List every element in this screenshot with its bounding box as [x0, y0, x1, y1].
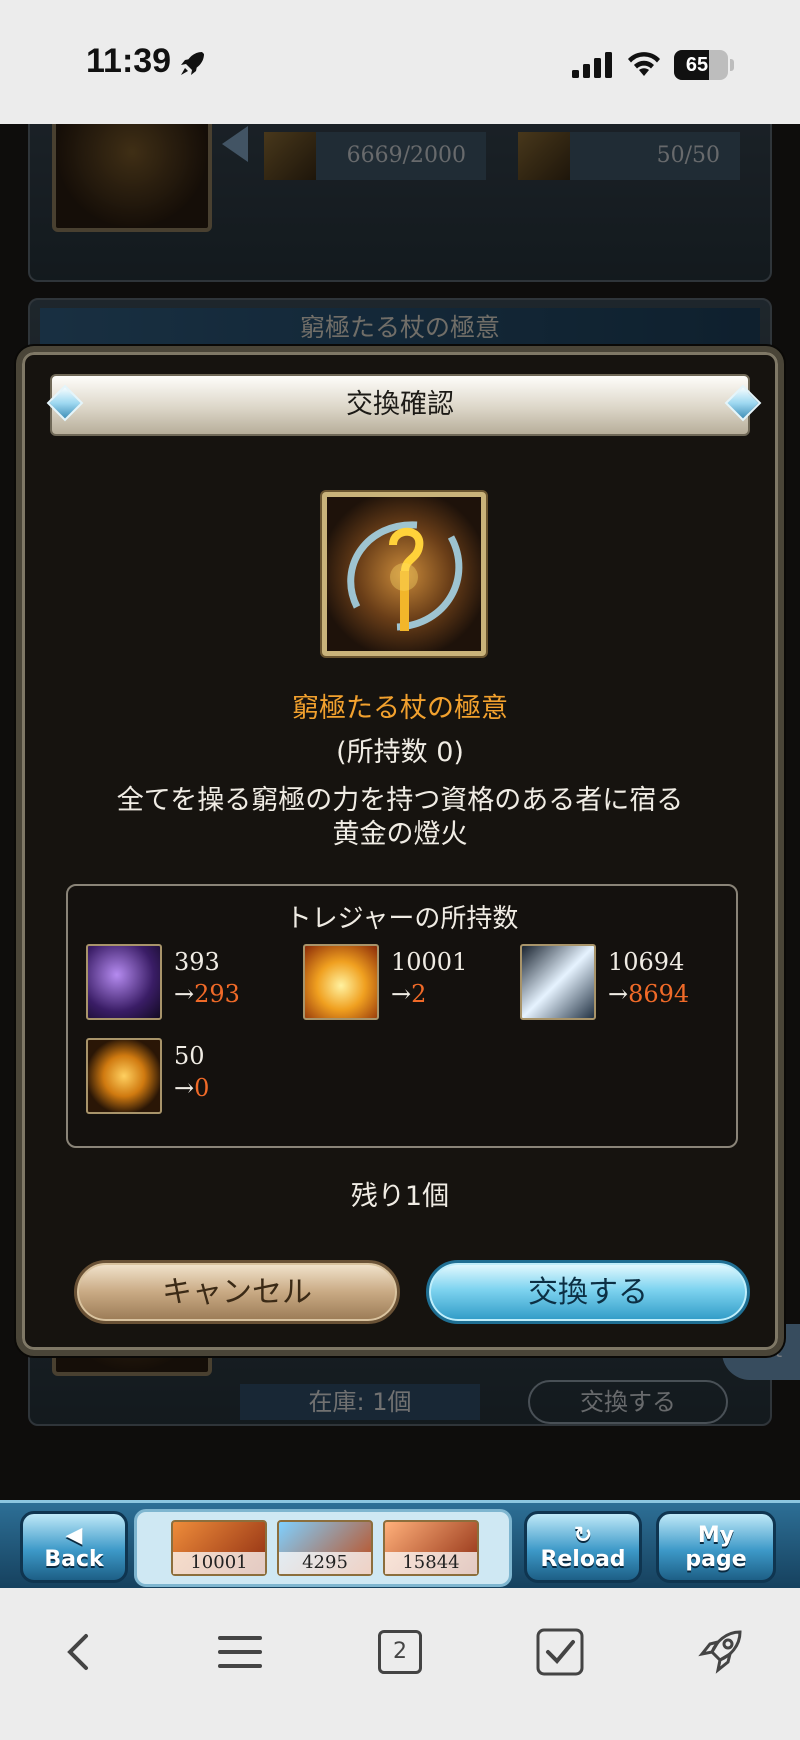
golden-staff-icon	[327, 497, 481, 651]
back-button[interactable]: ◀ Back	[20, 1511, 128, 1583]
golden-flame-icon	[303, 944, 379, 1020]
currency-value: 10001	[173, 1552, 265, 1574]
currency-item: 4295	[277, 1520, 373, 1576]
tabs-button[interactable]: 2	[370, 1622, 430, 1682]
currency-item: 15844	[383, 1520, 479, 1576]
treasure-count-before: 393	[174, 948, 220, 976]
menu-icon[interactable]	[210, 1622, 270, 1682]
back-chevron-icon[interactable]	[50, 1622, 110, 1682]
after-value: 0	[194, 1074, 210, 1102]
treasure-count-after: →293	[174, 980, 240, 1008]
treasure-count-after: →8694	[608, 980, 689, 1008]
treasure-count-before: 50	[174, 1042, 205, 1070]
browser-toolbar: 2	[0, 1588, 800, 1740]
treasure-count-before: 10694	[608, 948, 685, 976]
battery-indicator: 65	[674, 50, 728, 80]
description-line: 全てを操る窮極の力を持つ資格のある者に宿る	[116, 785, 684, 816]
remaining-stock: 残り1個	[350, 1181, 450, 1212]
treasure-count-after: →0	[174, 1074, 209, 1102]
checkbox-icon[interactable]	[530, 1622, 590, 1682]
mypage-label-line1: My	[697, 1523, 735, 1548]
game-footer-bar: ◀ Back 10001 4295 15844 ↻ Reload My page	[0, 1500, 800, 1588]
currency-tray: 10001 4295 15844	[134, 1509, 512, 1587]
currency-value: 4295	[279, 1552, 371, 1574]
status-time: 11:39	[86, 42, 172, 80]
owned-count: (所持数 0)	[336, 737, 464, 768]
cellular-signal-icon	[572, 52, 612, 78]
treasure-holdings-panel: トレジャーの所持数 393 →293 10001 →2 10694 →8694 …	[66, 884, 738, 1148]
treasure-item: 393 →293	[86, 944, 286, 1024]
rocket-icon	[181, 52, 204, 75]
treasure-holdings-title: トレジャーの所持数	[285, 904, 519, 934]
item-name: 窮極たる杖の極意	[292, 693, 508, 724]
arrow-symbol: →	[608, 980, 629, 1008]
back-label: Back	[44, 1547, 104, 1572]
battery-nub	[730, 59, 734, 71]
reload-icon: ↻	[573, 1523, 593, 1548]
treasure-item: 10001 →2	[303, 944, 503, 1024]
treasure-item: 50 →0	[86, 1038, 286, 1118]
mypage-label-line2: page	[685, 1547, 747, 1572]
currency-value: 15844	[385, 1552, 477, 1574]
wifi-icon	[628, 52, 660, 76]
currency-item: 10001	[171, 1520, 267, 1576]
treasure-count-after: →2	[391, 980, 426, 1008]
mypage-button[interactable]: My page	[656, 1511, 776, 1583]
exchange-button[interactable]: 交換する	[426, 1260, 750, 1324]
exchange-confirm-dialog: 交換確認 窮極たる杖の極意 (所持数 0) 全てを操る窮極の力を持つ資格のある者…	[16, 346, 784, 1356]
status-bar: 11:39 65	[0, 0, 800, 124]
rocket-icon[interactable]	[690, 1622, 750, 1682]
tab-count: 2	[378, 1630, 422, 1674]
after-value: 8694	[628, 980, 690, 1008]
purple-claw-icon	[86, 944, 162, 1020]
reload-button[interactable]: ↻ Reload	[524, 1511, 642, 1583]
item-description: 全てを操る窮極の力を持つ資格のある者に宿る 黄金の燈火	[62, 784, 738, 852]
arrow-symbol: →	[391, 980, 412, 1008]
golden-orb-icon	[86, 1038, 162, 1114]
reload-label: Reload	[540, 1547, 626, 1572]
cancel-button[interactable]: キャンセル	[74, 1260, 400, 1324]
after-value: 293	[194, 980, 240, 1008]
after-value: 2	[411, 980, 427, 1008]
arrow-symbol: →	[174, 980, 195, 1008]
arrow-symbol: →	[174, 1074, 195, 1102]
description-line: 黄金の燈火	[332, 819, 468, 850]
battery-level: 65	[685, 54, 709, 76]
treasure-count-before: 10001	[391, 948, 468, 976]
dialog-title: 交換確認	[50, 374, 750, 436]
item-image	[322, 492, 486, 656]
back-arrow-icon: ◀	[65, 1523, 83, 1548]
treasure-item: 10694 →8694	[520, 944, 720, 1024]
silver-crystal-icon	[520, 944, 596, 1020]
